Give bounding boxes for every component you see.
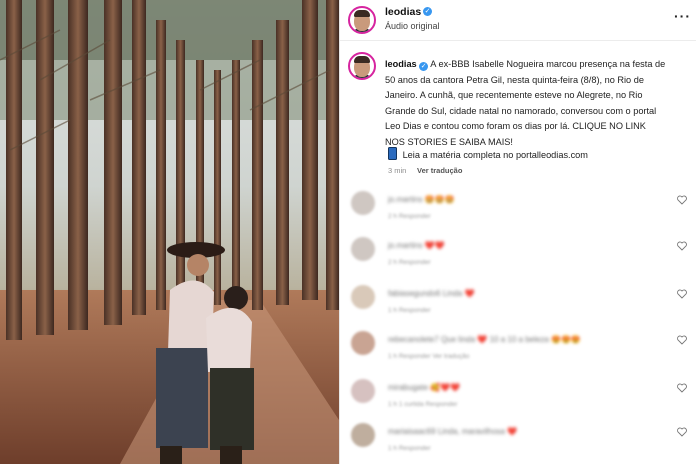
verified-badge-icon: ✓ xyxy=(423,7,432,16)
post-caption: leodias ✓ A ex-BBB Isabelle Nogueira mar… xyxy=(385,57,667,150)
comment-item: mirabugate 🥰❤️❤️ 1 h 1 curtida Responder xyxy=(340,376,696,420)
heart-icon[interactable] xyxy=(677,289,687,299)
comment-meta: 1 h Responder xyxy=(388,307,431,314)
comment-text: fabiasegundo6 Linda ❤️ xyxy=(388,289,475,298)
commenter-avatar[interactable] xyxy=(351,285,375,309)
audio-label[interactable]: Áudio original xyxy=(385,21,440,31)
comment-text: mariaisaac69 Linda, maravilhosa ❤️ xyxy=(388,427,518,436)
heart-icon[interactable] xyxy=(677,195,687,205)
post-time: 3 min xyxy=(388,166,407,175)
more-options-icon[interactable]: ··· xyxy=(674,8,691,24)
comment-meta: 2 h Responder xyxy=(388,259,431,266)
commenter-avatar[interactable] xyxy=(351,331,375,355)
comment-text: jo.martins 🤩🤩🤩 xyxy=(388,195,455,204)
caption-username[interactable]: leodias xyxy=(385,59,417,69)
comment-meta: 1 h 1 curtida Responder xyxy=(388,401,458,408)
comment-item: jo.martins 🤩🤩🤩 2 h Responder xyxy=(340,188,696,232)
post-detail-panel: leodias ✓ Áudio original ··· leodias ✓ A… xyxy=(339,0,696,464)
forest-couple-photo xyxy=(0,0,339,464)
comment-item: rebecanolete7 Que linda ❤️ 10 a 10 a bel… xyxy=(340,328,696,372)
caption-verified-icon: ✓ xyxy=(419,62,429,71)
comment-meta: 1 h Responder xyxy=(388,445,431,452)
heart-icon[interactable] xyxy=(677,427,687,437)
author-username[interactable]: leodias xyxy=(385,6,421,18)
commenter-avatar[interactable] xyxy=(351,423,375,447)
comment-text: rebecanolete7 Que linda ❤️ 10 a 10 a bel… xyxy=(388,335,581,344)
author-avatar[interactable] xyxy=(348,6,376,34)
heart-icon[interactable] xyxy=(677,383,687,393)
commenter-avatar[interactable] xyxy=(351,191,375,215)
post-image[interactable] xyxy=(0,0,339,464)
comment-meta: 2 h Responder xyxy=(388,213,431,220)
post-header: leodias ✓ Áudio original ··· xyxy=(340,0,696,41)
caption-text: A ex-BBB Isabelle Nogueira marcou presen… xyxy=(385,59,666,147)
phone-icon xyxy=(388,147,397,160)
comment-item: mariaisaac69 Linda, maravilhosa ❤️ 1 h R… xyxy=(340,420,696,464)
comment-item: fabiasegundo6 Linda ❤️ 1 h Responder xyxy=(340,282,696,326)
caption-avatar[interactable] xyxy=(348,52,376,80)
article-link-text: Leia a matéria completa no portalleodias… xyxy=(402,150,588,160)
article-link-line: Leia a matéria completa no portalleodias… xyxy=(388,147,588,160)
comment-item: jo.martins ❤️❤️ 2 h Responder xyxy=(340,234,696,278)
translate-button[interactable]: Ver tradução xyxy=(417,166,462,175)
comment-text: jo.martins ❤️❤️ xyxy=(388,241,445,250)
heart-icon[interactable] xyxy=(677,335,687,345)
comment-meta: 1 h Responder Ver tradução xyxy=(388,353,470,360)
comment-text: mirabugate 🥰❤️❤️ xyxy=(388,383,461,392)
commenter-avatar[interactable] xyxy=(351,379,375,403)
commenter-avatar[interactable] xyxy=(351,237,375,261)
heart-icon[interactable] xyxy=(677,241,687,251)
